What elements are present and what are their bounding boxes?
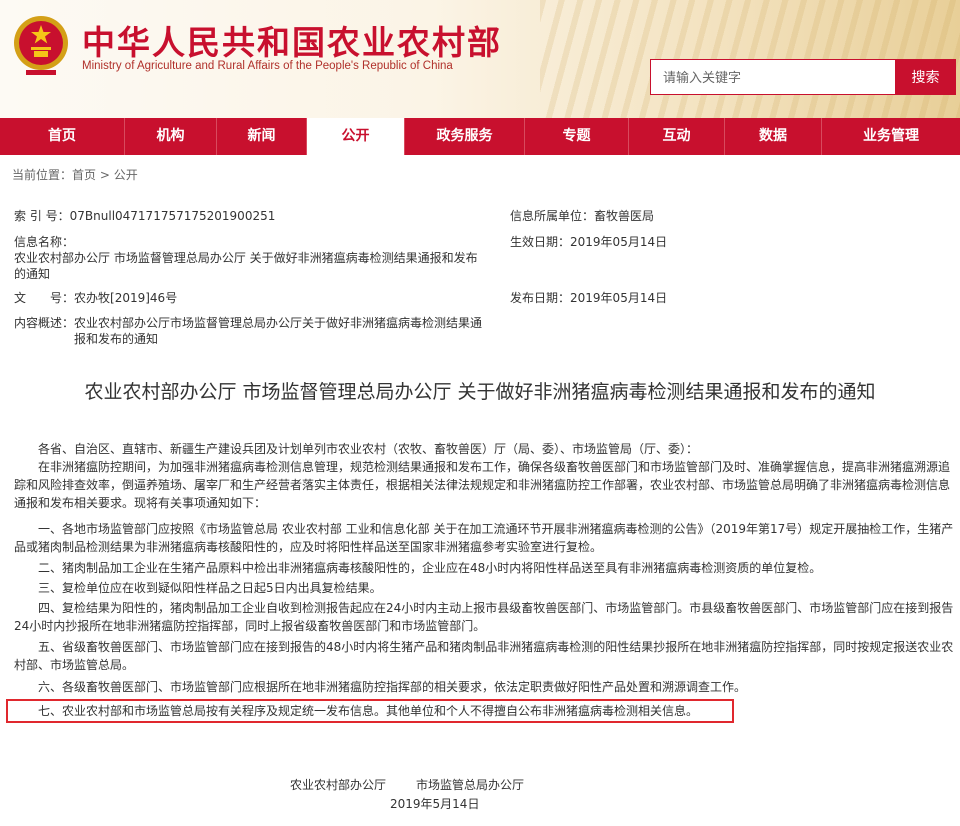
document-intro: 在非洲猪瘟防控期间，为加强非洲猪瘟病毒检测信息管理，规范检测结果通报和发布工作，… — [14, 460, 951, 510]
nav-item-government-services[interactable]: 政务服务 — [405, 118, 525, 155]
meta-unit-value: 畜牧兽医局 — [594, 209, 655, 223]
document-item-1: 一、各地市场监管部门应按照《市场监管总局 农业农村部 工业和信息化部 关于在加工… — [14, 522, 954, 554]
nav-item-organization[interactable]: 机构 — [125, 118, 217, 155]
meta-doc-no-value: 农办牧[2019]46号 — [74, 291, 178, 305]
search-button[interactable]: 搜索 — [895, 59, 956, 95]
meta-summary-value: 农业农村部办公厅市场监督管理总局办公厅关于做好非洲猪瘟病毒检测结果通报和发布的通… — [74, 316, 483, 346]
meta-publish-value: 2019年05月14日 — [570, 291, 668, 305]
meta-name-label: 信息名称： — [14, 235, 75, 249]
nav-item-topics[interactable]: 专题 — [525, 118, 629, 155]
breadcrumb-home-link[interactable]: 首页 — [72, 168, 96, 182]
breadcrumb-current[interactable]: 公开 — [114, 168, 138, 182]
document-item-6: 六、各级畜牧兽医部门、市场监管部门应根据所在地非洲猪瘟防控指挥部的相关要求，依法… — [38, 680, 747, 694]
search-input[interactable] — [650, 59, 896, 95]
signer-agriculture-office: 农业农村部办公厅 — [290, 778, 387, 792]
nav-item-news[interactable]: 新闻 — [217, 118, 307, 155]
meta-effective-value: 2019年05月14日 — [570, 235, 668, 249]
meta-publish-date: 发布日期：2019年05月14日 — [510, 290, 950, 306]
breadcrumb-separator: > — [96, 168, 114, 182]
national-emblem-icon — [14, 16, 68, 75]
meta-info-name: 信息名称： 农业农村部办公厅 市场监督管理总局办公厅 关于做好非洲猪瘟病毒检测结… — [14, 234, 484, 282]
nav-item-business-management[interactable]: 业务管理 — [822, 118, 960, 155]
meta-doc-number: 文 号：农办牧[2019]46号 — [14, 290, 494, 306]
meta-summary: 内容概述： 农业农村部办公厅市场监督管理总局办公厅关于做好非洲猪瘟病毒检测结果通报… — [14, 315, 484, 347]
document-title: 农业农村部办公厅 市场监督管理总局办公厅 关于做好非洲猪瘟病毒检测结果通报和发布… — [84, 381, 876, 403]
nav-item-home[interactable]: 首页 — [0, 118, 125, 155]
meta-summary-label: 内容概述： — [14, 316, 75, 330]
nav-item-public[interactable]: 公开 — [307, 118, 405, 155]
meta-effective-label: 生效日期： — [510, 235, 571, 249]
meta-name-value: 农业农村部办公厅 市场监督管理总局办公厅 关于做好非洲猪瘟病毒检测结果通报和发布… — [14, 251, 478, 281]
highlight-box — [6, 699, 734, 723]
breadcrumb-prefix: 当前位置： — [12, 168, 73, 182]
meta-index-no: 索 引 号：07Bnull047171757175201900251 — [14, 208, 494, 224]
signer-market-regulation-office: 市场监管总局办公厅 — [416, 778, 525, 792]
site-header: 中华人民共和国农业农村部 Ministry of Agriculture and… — [0, 0, 960, 118]
document-item-2: 二、猪肉制品加工企业在生猪产品原料中检出非洲猪瘟病毒核酸阳性的，企业应在48小时… — [38, 561, 822, 575]
nav-item-data[interactable]: 数据 — [725, 118, 822, 155]
document-date: 2019年5月14日 — [390, 797, 480, 811]
document-item-5: 五、省级畜牧兽医部门、市场监管部门应在接到报告的48小时内将生猪产品和猪肉制品非… — [14, 640, 954, 672]
nav-item-interaction[interactable]: 互动 — [629, 118, 725, 155]
document-salutation: 各省、自治区、直辖市、新疆生产建设兵团及计划单列市农业农村（农牧、畜牧兽医）厅（… — [38, 442, 699, 456]
meta-effective-date: 生效日期：2019年05月14日 — [510, 234, 950, 250]
site-title: 中华人民共和国农业农村部 — [82, 23, 502, 62]
meta-publish-label: 发布日期： — [510, 291, 571, 305]
meta-unit-label: 信息所属单位： — [510, 209, 595, 223]
meta-index-value: 07Bnull047171757175201900251 — [69, 209, 276, 223]
document-item-3: 三、复检单位应在收到疑似阳性样品之日起5日内出具复检结果。 — [38, 581, 382, 595]
breadcrumb: 当前位置：首页 > 公开 — [12, 166, 138, 183]
meta-unit: 信息所属单位：畜牧兽医局 — [510, 208, 950, 224]
main-nav: 首页 机构 新闻 公开 政务服务 专题 互动 数据 业务管理 — [0, 118, 960, 155]
meta-index-label: 索 引 号： — [14, 209, 70, 223]
document-item-4: 四、复检结果为阳性的，猪肉制品加工企业自收到检测报告起应在24小时内主动上报市县… — [14, 601, 954, 633]
site-subtitle: Ministry of Agriculture and Rural Affair… — [82, 60, 453, 72]
meta-doc-no-label: 文 号： — [14, 291, 75, 305]
